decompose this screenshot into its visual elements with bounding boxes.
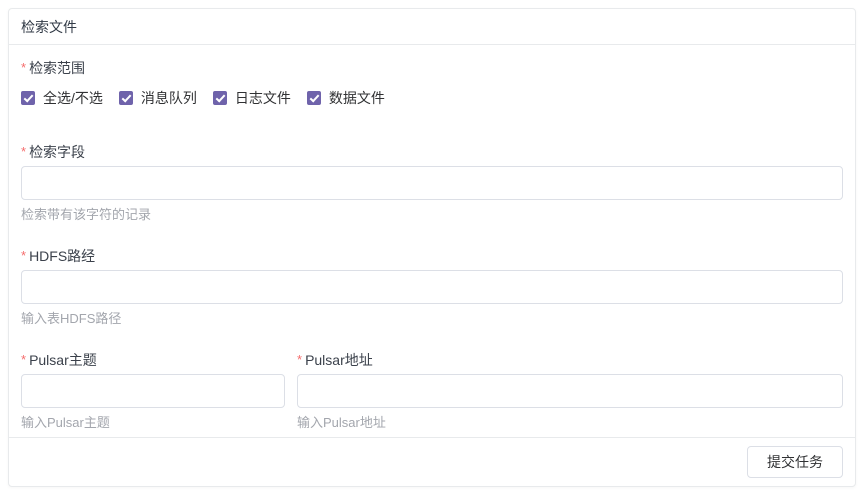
pulsar-address-hint: 输入Pulsar地址 [297,414,843,432]
required-asterisk: * [21,248,26,263]
pulsar-row: *Pulsar主题 输入Pulsar主题 *Pulsar地址 输入Pulsar地… [21,350,843,437]
required-asterisk: * [21,352,26,367]
hdfs-path-input[interactable] [21,270,843,304]
checkbox-checked-icon [213,91,227,105]
form-item-pulsar-topic: *Pulsar主题 输入Pulsar主题 [21,350,285,432]
checkbox-item-data-files[interactable]: 数据文件 [307,88,385,108]
pulsar-topic-hint: 输入Pulsar主题 [21,414,285,432]
submit-task-button[interactable]: 提交任务 [747,446,843,478]
required-asterisk: * [297,352,302,367]
form-item-scope: *检索范围 全选/不选 消息队列 日志文件 数据文件 [21,58,843,108]
card-body: *检索范围 全选/不选 消息队列 日志文件 数据文件 [9,45,855,437]
checkbox-label: 消息队列 [141,88,197,108]
form-item-hdfs-path: *HDFS路经 输入表HDFS路径 [21,246,843,328]
card-header: 检索文件 [9,9,855,45]
checkbox-label: 数据文件 [329,88,385,108]
hdfs-path-label: *HDFS路经 [21,246,843,266]
form-item-pulsar-address: *Pulsar地址 输入Pulsar地址 [297,350,843,432]
search-field-hint: 检索带有该字符的记录 [21,206,843,224]
checkbox-label: 日志文件 [235,88,291,108]
pulsar-topic-label: *Pulsar主题 [21,350,285,370]
hdfs-path-hint: 输入表HDFS路径 [21,310,843,328]
checkbox-item-log-files[interactable]: 日志文件 [213,88,291,108]
checkbox-label: 全选/不选 [43,88,103,108]
pulsar-topic-input[interactable] [21,374,285,408]
checkbox-checked-icon [119,91,133,105]
search-field-input[interactable] [21,166,843,200]
checkbox-checked-icon [307,91,321,105]
required-asterisk: * [21,60,26,75]
required-asterisk: * [21,144,26,159]
checkbox-item-message-queue[interactable]: 消息队列 [119,88,197,108]
page-title: 检索文件 [21,17,77,37]
scope-checkbox-group: 全选/不选 消息队列 日志文件 数据文件 [21,88,843,108]
pulsar-address-input[interactable] [297,374,843,408]
pulsar-address-label: *Pulsar地址 [297,350,843,370]
checkbox-item-select-all[interactable]: 全选/不选 [21,88,103,108]
form-item-search-field: *检索字段 检索带有该字符的记录 [21,142,843,224]
search-files-card: 检索文件 *检索范围 全选/不选 消息队列 日志文件 [8,8,856,487]
checkbox-checked-icon [21,91,35,105]
scope-label: *检索范围 [21,58,843,78]
search-field-label: *检索字段 [21,142,843,162]
card-footer: 提交任务 [9,437,855,486]
